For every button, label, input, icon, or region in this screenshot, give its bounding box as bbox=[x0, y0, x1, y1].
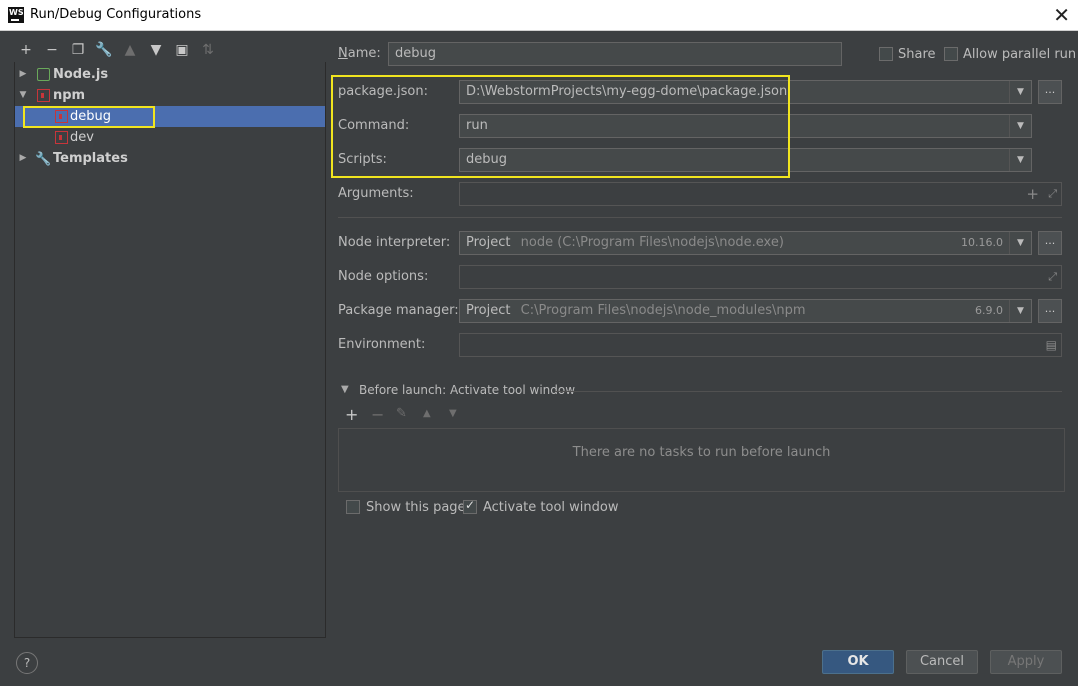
package-manager-label: Package manager: bbox=[338, 303, 459, 318]
npm-icon bbox=[55, 110, 68, 123]
node-interpreter-prefix: Project bbox=[466, 235, 511, 250]
add-icon[interactable]: + bbox=[1026, 183, 1039, 205]
activate-tool-window-label: Activate tool window bbox=[483, 500, 619, 515]
sort-icon[interactable]: ⇅ bbox=[198, 40, 218, 60]
move-up-icon[interactable]: ▲ bbox=[423, 408, 431, 419]
scripts-value: debug bbox=[466, 152, 507, 167]
package-manager-path: C:\Program Files\nodejs\node_modules\npm bbox=[520, 303, 806, 318]
copy-icon[interactable]: ❐ bbox=[68, 40, 88, 60]
close-button[interactable]: ✕ bbox=[1053, 3, 1070, 27]
add-task-icon[interactable]: + bbox=[345, 405, 358, 424]
node-interpreter-combo[interactable]: Project node (C:\Program Files\nodejs\no… bbox=[459, 231, 1032, 255]
npm-version: 6.9.0 bbox=[975, 304, 1003, 317]
tree-item-debug[interactable]: debug bbox=[15, 106, 325, 127]
tree-item-templates[interactable]: ▶ 🔧 Templates bbox=[15, 148, 325, 169]
node-options-input[interactable]: ⤢ bbox=[459, 265, 1062, 289]
remove-icon[interactable]: − bbox=[42, 40, 62, 60]
package-json-label: package.json: bbox=[338, 84, 428, 99]
before-launch-task-list: There are no tasks to run before launch bbox=[338, 428, 1065, 492]
move-down-icon[interactable]: ▼ bbox=[146, 40, 166, 60]
chevron-down-icon[interactable]: ▼ bbox=[1009, 300, 1031, 322]
browse-package-manager-button[interactable]: ... bbox=[1038, 299, 1062, 323]
tree-item-npm[interactable]: ▼ npm bbox=[15, 85, 325, 106]
title-bar: WS Run/Debug Configurations ✕ bbox=[0, 0, 1078, 31]
new-folder-icon[interactable]: ▣ bbox=[172, 40, 192, 60]
wrench-icon: 🔧 bbox=[35, 152, 52, 167]
package-manager-prefix: Project bbox=[466, 303, 511, 318]
webstorm-logo-icon: WS bbox=[8, 7, 24, 23]
expand-icon[interactable]: ⤢ bbox=[1048, 183, 1057, 205]
arguments-label: Arguments: bbox=[338, 186, 414, 201]
scripts-label: Scripts: bbox=[338, 152, 387, 167]
package-json-combo[interactable]: D:\WebstormProjects\my-egg-dome\package.… bbox=[459, 80, 1032, 104]
cancel-button[interactable]: Cancel bbox=[906, 650, 978, 674]
name-input[interactable]: debug bbox=[388, 42, 842, 66]
tree-item-label: dev bbox=[70, 130, 94, 145]
expand-arrow-icon[interactable]: ▶ bbox=[18, 64, 28, 85]
nodejs-icon bbox=[37, 68, 50, 81]
separator bbox=[555, 391, 1062, 392]
share-label: Share bbox=[898, 47, 936, 62]
command-combo[interactable]: run ▼ bbox=[459, 114, 1032, 138]
help-button[interactable]: ? bbox=[16, 652, 38, 674]
command-value: run bbox=[466, 118, 488, 133]
node-options-label: Node options: bbox=[338, 269, 429, 284]
scripts-combo[interactable]: debug ▼ bbox=[459, 148, 1032, 172]
move-up-icon[interactable]: ▲ bbox=[120, 40, 140, 60]
node-version: 10.16.0 bbox=[961, 236, 1003, 249]
tree-item-label: Templates bbox=[53, 151, 128, 166]
show-this-page-label: Show this page bbox=[366, 500, 466, 515]
node-interpreter-label: Node interpreter: bbox=[338, 235, 451, 250]
environment-input[interactable]: ▤ bbox=[459, 333, 1062, 357]
tree-item-label: npm bbox=[53, 88, 86, 103]
expand-arrow-icon[interactable]: ▶ bbox=[18, 148, 28, 169]
tree-item-dev[interactable]: dev bbox=[15, 127, 325, 148]
chevron-down-icon[interactable]: ▼ bbox=[1009, 81, 1031, 103]
share-checkbox[interactable] bbox=[879, 47, 893, 61]
chevron-down-icon[interactable]: ▼ bbox=[1009, 115, 1031, 137]
activate-tool-window-checkbox[interactable] bbox=[463, 498, 477, 514]
chevron-down-icon[interactable]: ▼ bbox=[1009, 149, 1031, 171]
add-icon[interactable]: + bbox=[16, 40, 36, 60]
tree-item-label: debug bbox=[70, 109, 111, 124]
collapse-arrow-icon[interactable]: ▼ bbox=[18, 85, 28, 106]
node-interpreter-path: node (C:\Program Files\nodejs\node.exe) bbox=[520, 235, 784, 250]
window-title: Run/Debug Configurations bbox=[30, 7, 202, 22]
remove-task-icon[interactable]: − bbox=[371, 405, 384, 424]
command-label: Command: bbox=[338, 118, 410, 133]
move-down-icon[interactable]: ▼ bbox=[449, 408, 457, 419]
tree-item-label: Node.js bbox=[53, 67, 109, 82]
empty-tasks-text: There are no tasks to run before launch bbox=[572, 445, 831, 460]
tree-item-nodejs[interactable]: ▶ Node.js bbox=[15, 64, 325, 85]
configuration-tree: ▶ Node.js ▼ npm debug dev ▶ 🔧 Templates bbox=[14, 62, 326, 638]
npm-icon bbox=[37, 89, 50, 102]
allow-parallel-label: Allow parallel run bbox=[963, 47, 1077, 62]
collapse-arrow-icon[interactable]: ▼ bbox=[341, 384, 349, 395]
before-launch-header[interactable]: Before launch: Activate tool window bbox=[359, 383, 575, 397]
edit-environment-icon[interactable]: ▤ bbox=[1046, 334, 1057, 356]
browse-node-interpreter-button[interactable]: ... bbox=[1038, 231, 1062, 255]
show-this-page-checkbox[interactable] bbox=[346, 500, 360, 514]
expand-icon[interactable]: ⤢ bbox=[1048, 266, 1057, 288]
environment-label: Environment: bbox=[338, 337, 426, 352]
separator bbox=[338, 217, 1062, 218]
chevron-down-icon[interactable]: ▼ bbox=[1009, 232, 1031, 254]
package-json-value: D:\WebstormProjects\my-egg-dome\package.… bbox=[466, 84, 788, 99]
package-manager-combo[interactable]: Project C:\Program Files\nodejs\node_mod… bbox=[459, 299, 1032, 323]
apply-button[interactable]: Apply bbox=[990, 650, 1062, 674]
ok-button[interactable]: OK bbox=[822, 650, 894, 674]
arguments-input[interactable]: + ⤢ bbox=[459, 182, 1062, 206]
browse-package-json-button[interactable]: ... bbox=[1038, 80, 1062, 104]
name-label: Name: bbox=[338, 46, 381, 61]
edit-task-icon[interactable]: ✎ bbox=[396, 406, 407, 421]
allow-parallel-checkbox[interactable] bbox=[944, 47, 958, 61]
wrench-icon[interactable]: 🔧 bbox=[94, 40, 114, 60]
npm-icon bbox=[55, 131, 68, 144]
